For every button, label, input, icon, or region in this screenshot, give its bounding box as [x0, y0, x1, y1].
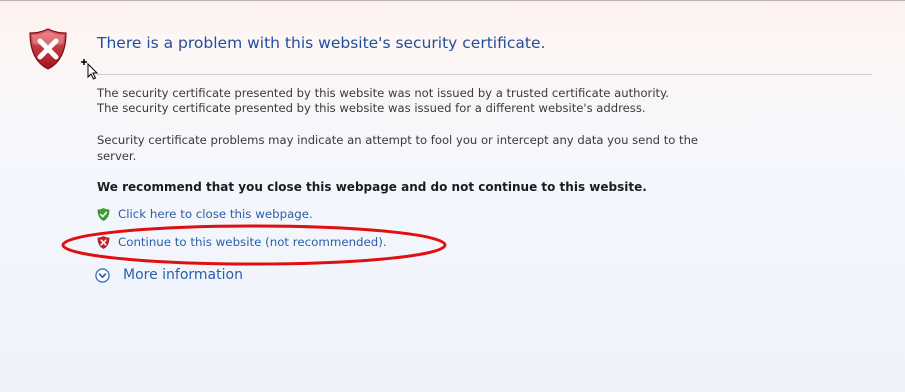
warning-text-line2: server.	[97, 149, 137, 163]
close-webpage-link[interactable]: Click here to close this webpage.	[97, 207, 313, 221]
more-information-toggle[interactable]: More information	[95, 267, 243, 283]
title-divider	[97, 74, 872, 75]
error-shield-icon	[29, 28, 67, 70]
warning-text-line1: Security certificate problems may indica…	[97, 133, 699, 147]
top-border	[0, 0, 905, 1]
more-information-label[interactable]: More information	[123, 267, 243, 283]
green-shield-check-icon	[97, 207, 110, 221]
red-annotation-ellipse	[61, 224, 447, 266]
detail-untrusted-authority: The security certificate presented by th…	[97, 86, 669, 100]
detail-address-mismatch: The security certificate presented by th…	[97, 101, 646, 115]
recommendation-text: We recommend that you close this webpage…	[97, 180, 647, 194]
mouse-cursor-icon	[81, 59, 99, 80]
page-title: There is a problem with this website's s…	[97, 34, 546, 52]
expand-chevron-circle-icon	[95, 267, 110, 283]
close-webpage-label[interactable]: Click here to close this webpage.	[118, 207, 313, 221]
